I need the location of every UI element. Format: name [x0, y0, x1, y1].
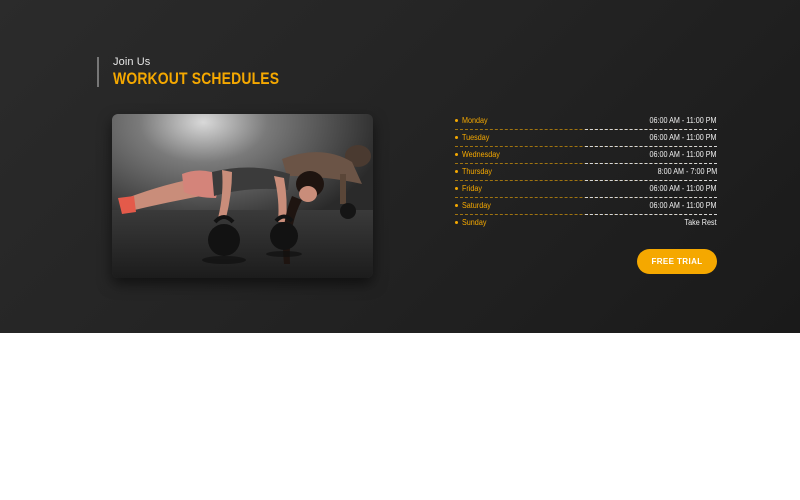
workout-photo [112, 114, 373, 278]
schedule-row-monday: Monday 06:00 AM - 11:00 PM [455, 113, 717, 130]
schedule-row-saturday: Saturday 06:00 AM - 11:00 PM [455, 198, 717, 215]
bullet-icon [455, 136, 458, 139]
bullet-icon [455, 170, 458, 173]
schedule-list: Monday 06:00 AM - 11:00 PM Tuesday 06:00… [455, 113, 717, 231]
schedule-day: Friday [462, 184, 483, 193]
section-heading: Join Us WORKOUT SCHEDULES [97, 56, 279, 88]
schedule-day: Tuesday [462, 133, 490, 142]
schedule-time: 06:00 AM - 11:00 PM [649, 184, 717, 193]
schedule-time: 8:00 AM - 7:00 PM [657, 167, 717, 176]
schedule-day: Sunday [462, 218, 487, 227]
schedule-row-sunday: Sunday Take Rest [455, 215, 717, 231]
bullet-icon [455, 153, 458, 156]
schedule-day: Thursday [462, 167, 493, 176]
bullet-icon [455, 119, 458, 122]
schedule-row-friday: Friday 06:00 AM - 11:00 PM [455, 181, 717, 198]
bullet-icon [455, 187, 458, 190]
schedule-time: Take Rest [684, 218, 717, 227]
schedule-day: Monday [462, 116, 488, 125]
schedule-row-wednesday: Wednesday 06:00 AM - 11:00 PM [455, 147, 717, 164]
schedule-time: 06:00 AM - 11:00 PM [649, 201, 717, 210]
schedule-day: Saturday [462, 201, 491, 210]
schedule-time: 06:00 AM - 11:00 PM [649, 116, 717, 125]
schedule-time: 06:00 AM - 11:00 PM [649, 150, 717, 159]
workout-schedule-section: Join Us WORKOUT SCHEDULES Monday 06:00 A… [0, 0, 800, 333]
schedule-day: Wednesday [462, 150, 500, 159]
free-trial-button[interactable]: FREE TRIAL [637, 249, 717, 274]
schedule-row-tuesday: Tuesday 06:00 AM - 11:00 PM [455, 130, 717, 147]
bullet-icon [455, 204, 458, 207]
section-subtitle: Join Us [113, 56, 151, 68]
schedule-row-thursday: Thursday 8:00 AM - 7:00 PM [455, 164, 717, 181]
schedule-time: 06:00 AM - 11:00 PM [649, 133, 717, 142]
section-title: WORKOUT SCHEDULES [113, 69, 280, 88]
bullet-icon [455, 221, 458, 224]
